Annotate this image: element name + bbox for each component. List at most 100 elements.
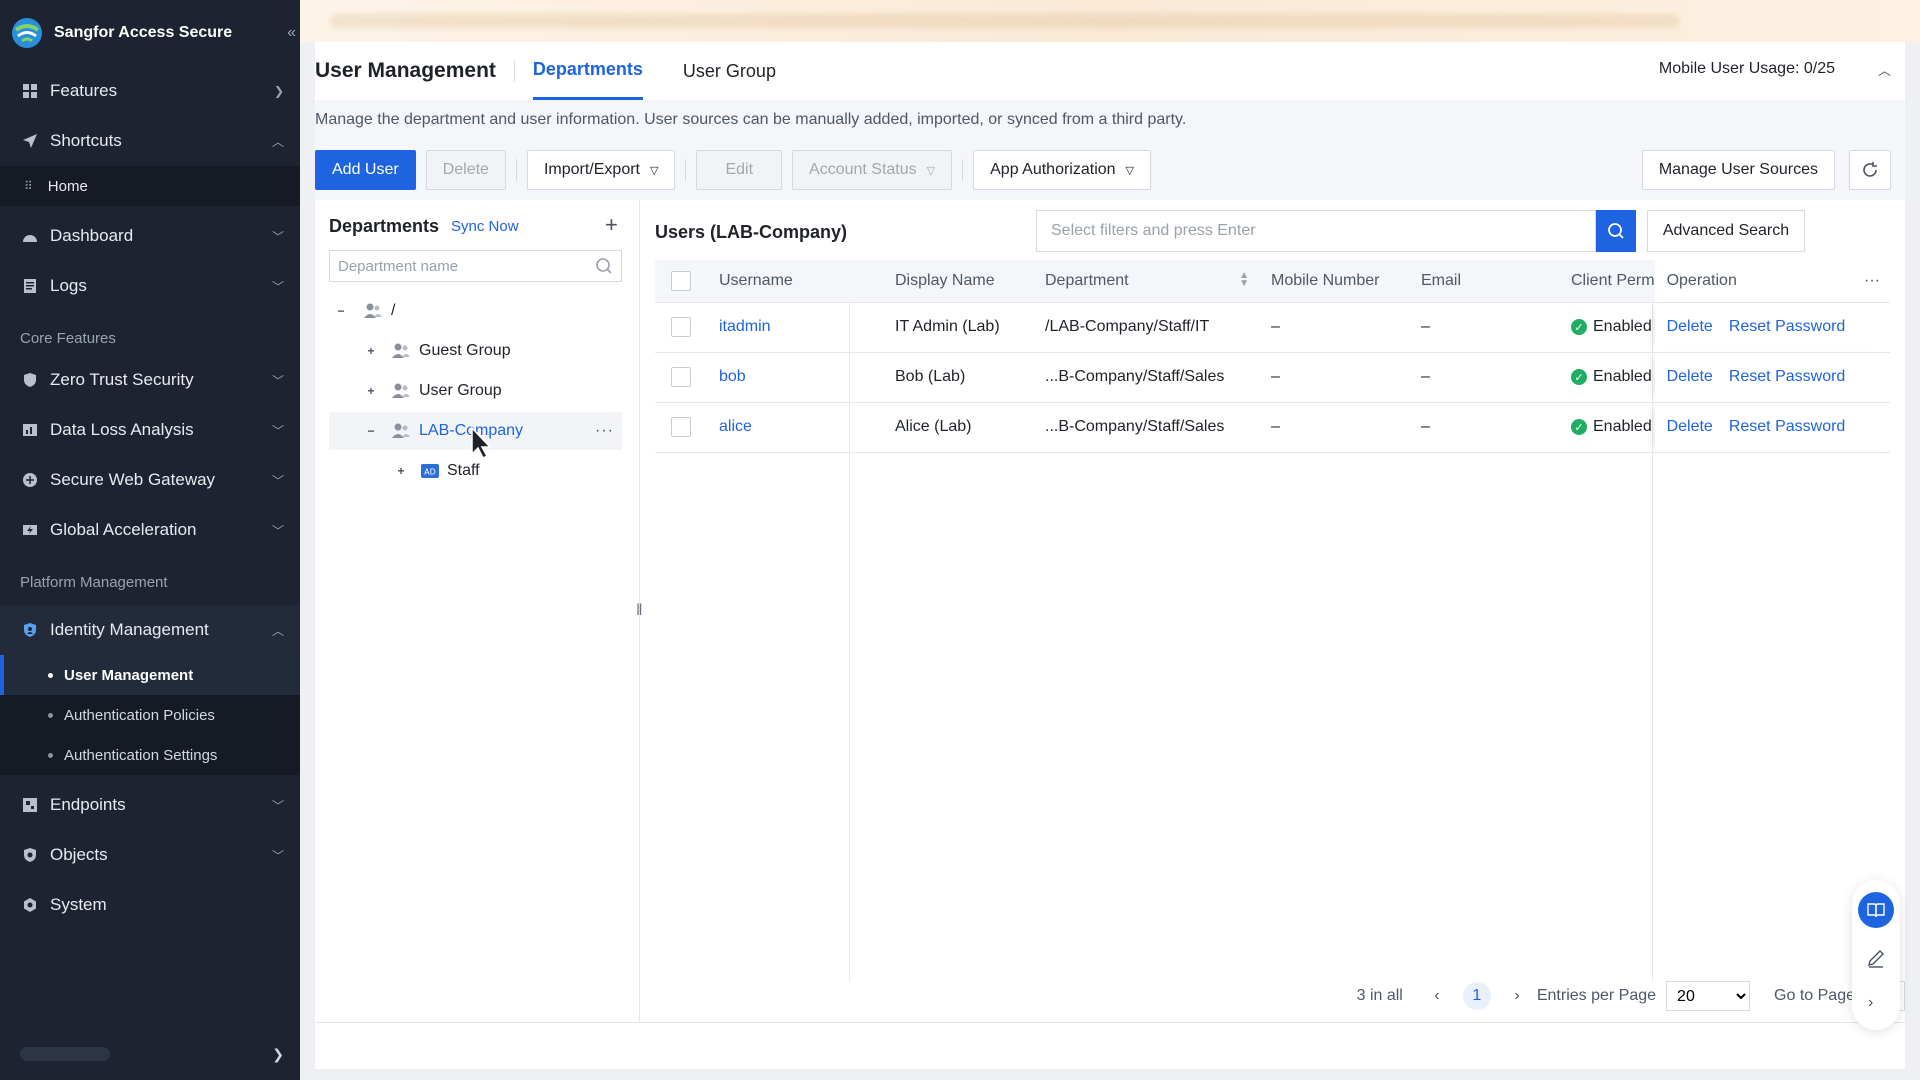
header-divider	[513, 60, 515, 82]
departments-panel: Departments Sync Now + − / + Guest Group…	[315, 200, 640, 1022]
app-authorization-button[interactable]: App Authorization ▽	[973, 150, 1152, 190]
cell-operation: Delete Reset Password	[1654, 302, 1890, 353]
nav-swg[interactable]: Secure Web Gateway ﹀	[0, 455, 300, 505]
delete-link[interactable]: Delete	[1667, 418, 1713, 435]
page-number[interactable]: 1	[1462, 982, 1491, 1010]
prev-page-icon[interactable]: ‹	[1423, 982, 1451, 1010]
refresh-button[interactable]	[1849, 150, 1891, 190]
add-department-icon[interactable]: +	[605, 212, 618, 238]
col-department[interactable]: Department ▲ ▼	[1033, 260, 1259, 303]
reset-password-link[interactable]: Reset Password	[1729, 368, 1846, 385]
nav-home[interactable]: ⠿ Home	[0, 166, 300, 206]
col-mobile[interactable]: Mobile Number	[1259, 260, 1409, 303]
advanced-search-button[interactable]: Advanced Search	[1647, 210, 1805, 252]
sort-icon[interactable]: ▲ ▼	[1239, 271, 1249, 289]
row-checkbox[interactable]	[671, 417, 691, 437]
nav-data-loss[interactable]: Data Loss Analysis ﹀	[0, 405, 300, 455]
department-search-input[interactable]	[338, 257, 578, 275]
select-all-checkbox[interactable]	[671, 270, 691, 291]
cell-operation: Delete Reset Password	[1654, 402, 1890, 453]
import-export-label: Import/Export	[543, 161, 640, 178]
reset-password-link[interactable]: Reset Password	[1729, 418, 1846, 435]
edit-pen-icon[interactable]	[1866, 948, 1886, 968]
nav-global-accel[interactable]: Global Acceleration ﹀	[0, 505, 300, 555]
collapse-sidebar-icon[interactable]: «	[287, 24, 296, 42]
col-display-name[interactable]: Display Name	[883, 260, 1033, 303]
status-text: Enabled	[1593, 418, 1652, 436]
nav-swg-label: Secure Web Gateway	[50, 470, 216, 489]
toolbar-divider	[515, 159, 517, 181]
filter-input[interactable]	[1051, 222, 1551, 240]
filter-search-button[interactable]	[1596, 210, 1636, 252]
reset-password-link[interactable]: Reset Password	[1729, 318, 1846, 335]
nav-features[interactable]: Features ❯	[0, 66, 300, 116]
sidebar-footer[interactable]: ❯	[0, 1028, 300, 1080]
col-email[interactable]: Email	[1409, 260, 1559, 303]
nav-endpoints[interactable]: Endpoints ﹀	[0, 780, 300, 830]
chevron-up-icon[interactable]: ︿	[1878, 60, 1891, 79]
edit-button[interactable]: Edit	[696, 150, 783, 190]
more-options-icon[interactable]: ···	[595, 422, 614, 440]
chevron-down-icon: ﹀	[271, 373, 284, 388]
search-icon[interactable]	[595, 257, 613, 275]
delete-button[interactable]: Delete	[425, 150, 506, 190]
collapse-node-icon[interactable]: −	[365, 424, 377, 438]
col-client-perm[interactable]: Client Perm	[1559, 260, 1655, 303]
nav-objects[interactable]: Objects ﹀	[0, 830, 300, 880]
identity-icon	[20, 620, 40, 640]
help-book-button[interactable]	[1858, 892, 1894, 928]
nav-authentication-policies[interactable]: Authentication Policies	[0, 695, 300, 735]
nav-identity-management[interactable]: Identity Management ︿	[0, 605, 300, 655]
sync-now-link[interactable]: Sync Now	[451, 218, 519, 235]
col-username[interactable]: Username	[707, 260, 883, 303]
cell-mobile: –	[1259, 302, 1409, 353]
app-authorization-label: App Authorization	[990, 161, 1116, 178]
nav-logs[interactable]: Logs ﹀	[0, 261, 300, 311]
nav-user-management[interactable]: User Management	[0, 655, 300, 695]
chevron-down-icon: ﹀	[271, 798, 284, 813]
add-user-button[interactable]: Add User	[315, 150, 416, 190]
entries-per-page-select[interactable]: 20	[1666, 981, 1751, 1011]
nav-shortcuts[interactable]: Shortcuts ︿	[0, 116, 300, 166]
username-link[interactable]: bob	[719, 368, 746, 385]
column-settings-icon[interactable]: ···	[1864, 272, 1880, 290]
tab-user-group[interactable]: User Group	[683, 42, 796, 100]
data-loss-icon	[20, 420, 40, 440]
nav-system[interactable]: System	[0, 880, 300, 930]
row-checkbox[interactable]	[671, 367, 691, 387]
cell-department: /LAB-Company/Staff/IT	[1033, 302, 1259, 353]
cell-department: ...B-Company/Staff/Sales	[1033, 352, 1259, 403]
manage-user-sources-button[interactable]: Manage User Sources	[1641, 150, 1835, 190]
cell-department: ...B-Company/Staff/Sales	[1033, 402, 1259, 453]
nav-dashboard[interactable]: Dashboard ﹀	[0, 211, 300, 261]
tree-node-guest-group[interactable]: + Guest Group	[329, 332, 622, 370]
nav-data-loss-label: Data Loss Analysis	[50, 420, 194, 439]
expand-node-icon[interactable]: +	[395, 464, 407, 478]
import-export-button[interactable]: Import/Export ▽	[526, 150, 676, 190]
tab-departments[interactable]: Departments	[532, 42, 643, 100]
delete-link[interactable]: Delete	[1667, 318, 1713, 335]
group-icon	[392, 423, 410, 438]
next-page-icon[interactable]: ›	[1503, 982, 1531, 1010]
nav-zero-trust[interactable]: Zero Trust Security ﹀	[0, 355, 300, 405]
collapse-node-icon[interactable]: −	[335, 304, 347, 318]
expand-node-icon[interactable]: +	[365, 384, 377, 398]
chevron-down-icon: ▽	[926, 164, 936, 177]
tree-node-root[interactable]: − /	[329, 292, 622, 330]
nav-authentication-settings[interactable]: Authentication Settings	[0, 735, 300, 775]
cell-mobile: –	[1259, 402, 1409, 453]
expand-node-icon[interactable]: +	[365, 344, 377, 358]
row-checkbox[interactable]	[671, 317, 691, 337]
delete-link[interactable]: Delete	[1667, 368, 1713, 385]
search-icon	[1608, 223, 1624, 239]
col-operation[interactable]: Operation ···	[1654, 260, 1890, 303]
username-link[interactable]: itadmin	[719, 318, 771, 335]
filter-box	[1036, 210, 1596, 252]
account-status-button[interactable]: Account Status ▽	[792, 150, 953, 190]
username-link[interactable]: alice	[719, 418, 752, 435]
table-row: itadmin IT Admin (Lab) /LAB-Company/Staf…	[655, 302, 1890, 353]
chevron-right-icon[interactable]: ›	[1868, 994, 1873, 1012]
brand[interactable]: Sangfor Access Secure	[0, 0, 300, 66]
tree-node-user-group[interactable]: + User Group	[329, 372, 622, 410]
chevron-down-icon: ▽	[649, 164, 659, 177]
